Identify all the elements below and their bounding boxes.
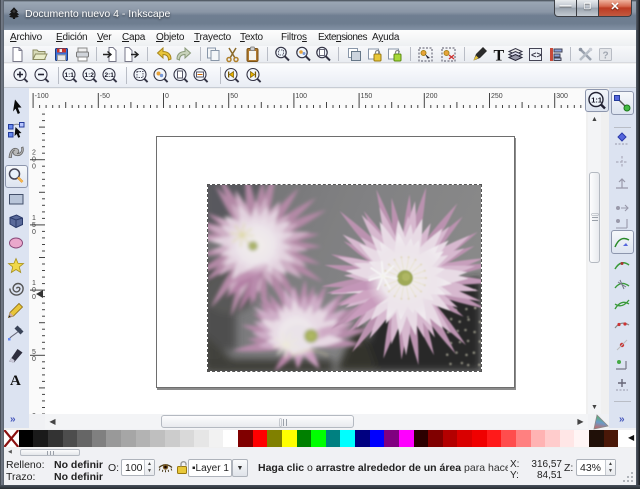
svg-text:300: 300	[556, 93, 568, 100]
svg-text:0: 0	[165, 93, 169, 100]
svg-text:0: 0	[32, 164, 36, 171]
svg-text:5: 5	[32, 222, 36, 229]
svg-text:0: 0	[32, 294, 36, 301]
svg-text:5: 5	[32, 349, 36, 356]
svg-text:50: 50	[230, 93, 238, 100]
svg-text:T: T	[493, 48, 504, 64]
svg-text:?: ?	[602, 51, 608, 62]
svg-text:2:1: 2:1	[105, 72, 115, 79]
svg-text:<>: <>	[531, 51, 542, 61]
svg-text:150: 150	[361, 93, 373, 100]
svg-text:0: 0	[32, 287, 36, 294]
svg-text:0: 0	[32, 356, 36, 363]
svg-text:100: 100	[295, 93, 307, 100]
svg-text:200: 200	[426, 93, 438, 100]
svg-text:-50: -50	[100, 93, 110, 100]
svg-text:1:1: 1:1	[591, 96, 602, 105]
svg-text:0: 0	[32, 157, 36, 164]
svg-text:1:2: 1:2	[85, 72, 95, 79]
svg-text:2: 2	[32, 150, 36, 157]
svg-text:A: A	[10, 373, 21, 389]
svg-text:-100: -100	[35, 93, 49, 100]
svg-text:1: 1	[32, 280, 36, 287]
svg-text:0: 0	[32, 229, 36, 236]
svg-text:1: 1	[32, 215, 36, 222]
svg-text:250: 250	[491, 93, 503, 100]
svg-text:1:1: 1:1	[65, 72, 75, 79]
